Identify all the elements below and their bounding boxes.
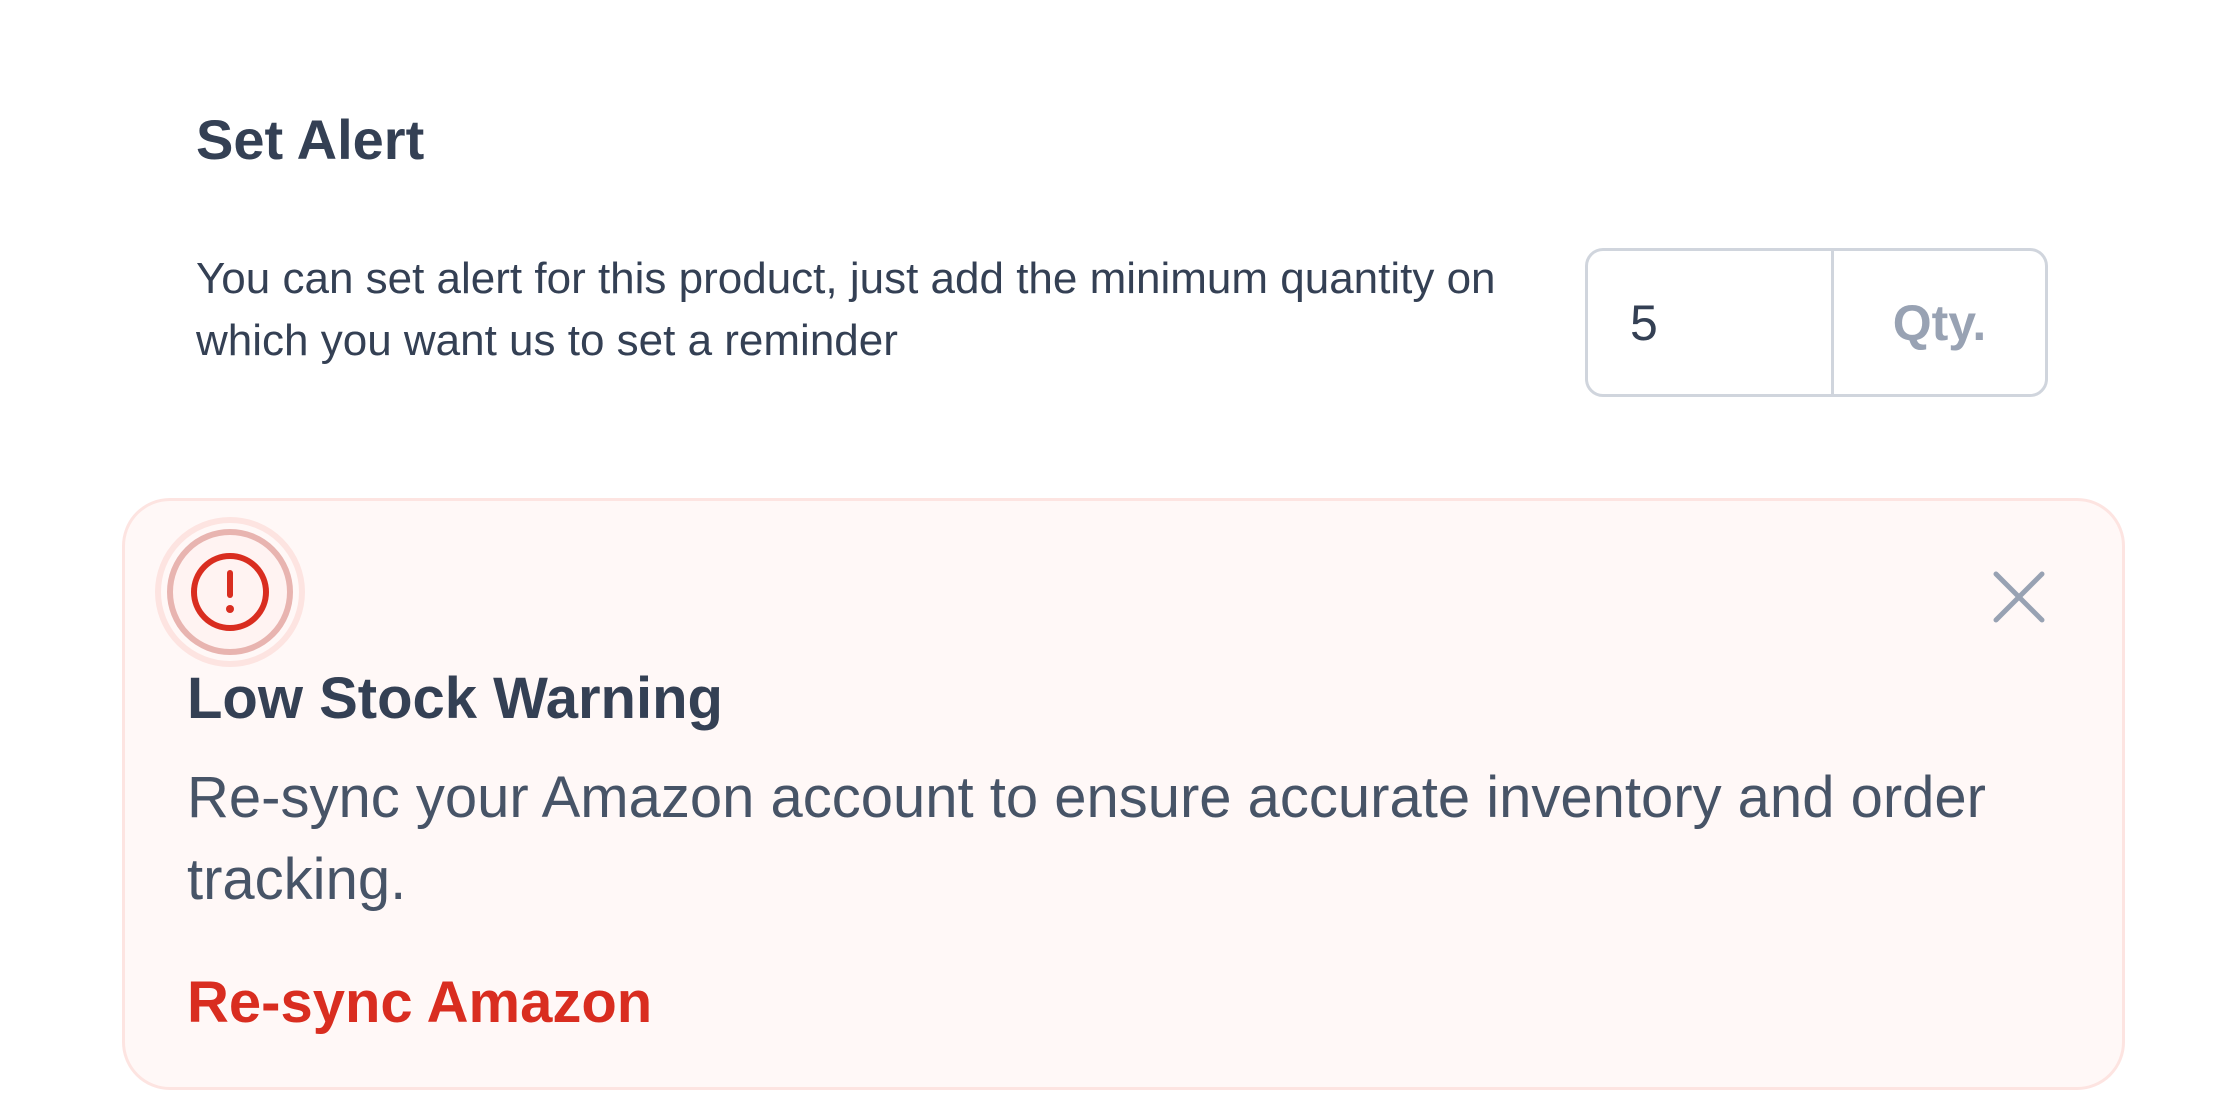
quantity-input-group: Qty. [1585, 248, 2048, 397]
alert-circle-icon [153, 515, 307, 669]
quantity-input[interactable] [1588, 251, 1834, 394]
low-stock-warning-card: Low Stock Warning Re-sync your Amazon ac… [122, 498, 2125, 1090]
warning-title: Low Stock Warning [187, 666, 723, 731]
quantity-unit-label: Qty. [1892, 294, 1987, 351]
set-alert-description: You can set alert for this product, just… [196, 254, 1496, 365]
set-alert-title: Set Alert [196, 108, 425, 171]
resync-amazon-link[interactable]: Re-sync Amazon [187, 965, 652, 1041]
close-button[interactable] [1991, 569, 2047, 625]
close-icon [1993, 571, 2045, 623]
warning-message: Re-sync your Amazon account to ensure ac… [187, 765, 1986, 912]
